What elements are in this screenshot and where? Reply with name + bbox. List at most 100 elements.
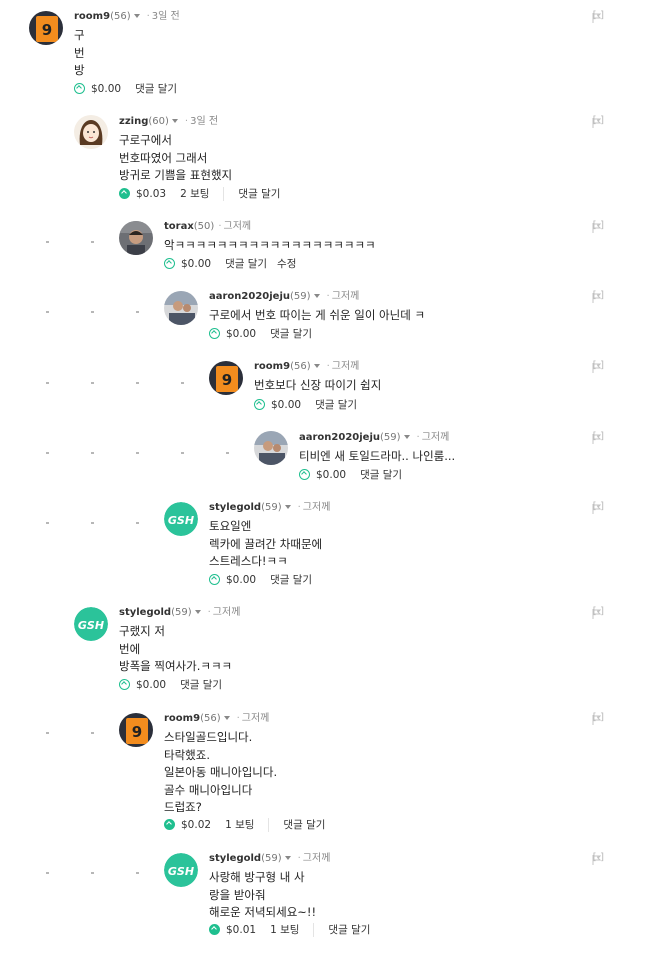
timestamp[interactable]: 3일 전 — [190, 116, 218, 127]
upvote-icon[interactable] — [254, 398, 265, 410]
vote-count[interactable]: 2 보팅 — [180, 188, 209, 200]
chevron-down-icon[interactable] — [194, 609, 201, 614]
timestamp[interactable]: 그저께 — [303, 853, 331, 864]
comment-line: 해로운 저녁되세요~!! — [209, 905, 317, 919]
collapse-toggle[interactable]: [-] — [593, 220, 604, 231]
indent-guide — [91, 872, 94, 874]
upvote-icon[interactable] — [209, 573, 220, 585]
collapse-toggle[interactable]: [-] — [593, 431, 604, 442]
timestamp[interactable]: 그저께 — [224, 221, 252, 232]
author-name[interactable]: stylegold — [119, 607, 171, 618]
avatar[interactable] — [254, 431, 288, 465]
reply-link[interactable]: 댓글 달기 — [180, 679, 222, 691]
timestamp[interactable]: 그저께 — [332, 361, 360, 372]
payout-value[interactable]: $0.00 — [226, 328, 256, 340]
collapse-toggle[interactable]: [-] — [593, 10, 604, 21]
avatar[interactable]: GSH — [164, 502, 198, 536]
chevron-down-icon[interactable] — [313, 363, 320, 368]
timestamp[interactable]: 그저께 — [303, 502, 331, 513]
collapse-toggle[interactable]: [-] — [593, 290, 604, 301]
upvote-icon[interactable] — [299, 468, 310, 480]
upvote-icon[interactable] — [74, 82, 85, 94]
reply-link[interactable]: 댓글 달기 — [225, 258, 267, 270]
comment-meta: zzing(60) · 3일 전 — [119, 116, 219, 127]
timestamp[interactable]: 그저께 — [213, 607, 241, 618]
payout-value[interactable]: $0.00 — [316, 469, 346, 481]
author-name[interactable]: aaron2020jeju — [209, 291, 290, 302]
gsh-logo-text: GSH — [168, 514, 194, 527]
timestamp[interactable]: 그저께 — [422, 432, 450, 443]
author-name[interactable]: room9 — [74, 11, 110, 22]
payout-value[interactable]: $0.02 — [181, 819, 211, 831]
comment-actions: $0.00 댓글 달기 수정 — [164, 256, 296, 272]
payout-value[interactable]: $0.00 — [226, 574, 256, 586]
avatar[interactable]: 9 — [119, 713, 153, 747]
author-name[interactable]: room9 — [164, 713, 200, 724]
comment-line: 렉카에 끌려간 차때문에 — [209, 536, 323, 551]
vote-count[interactable]: 1 보팅 — [270, 924, 299, 936]
reply-link[interactable]: 댓글 달기 — [283, 819, 325, 831]
payout-value[interactable]: $0.00 — [136, 679, 166, 691]
payout-value[interactable]: $0.01 — [226, 924, 256, 936]
avatar[interactable] — [74, 115, 108, 149]
avatar[interactable]: GSH — [74, 607, 108, 641]
upvote-icon[interactable] — [209, 923, 220, 935]
timestamp[interactable]: 3일 전 — [152, 11, 180, 22]
avatar[interactable]: 9 — [209, 361, 243, 395]
reply-link[interactable]: 댓글 달기 — [360, 469, 402, 481]
comment-line: 방 — [74, 63, 85, 77]
comment-body: 구로구에서 번호따였어 그래서 방귀로 기쁨을 표현했지 — [119, 132, 232, 185]
avatar[interactable] — [164, 291, 198, 325]
upvote-icon[interactable] — [119, 678, 130, 690]
collapse-toggle[interactable]: [-] — [593, 712, 604, 723]
chevron-down-icon[interactable] — [403, 434, 410, 439]
author-name[interactable]: torax — [164, 221, 194, 232]
author-name[interactable]: room9 — [254, 361, 290, 372]
chevron-down-icon[interactable] — [133, 13, 140, 18]
collapse-toggle[interactable]: [-] — [593, 360, 604, 371]
collapse-toggle[interactable]: [-] — [593, 115, 604, 126]
reply-link[interactable]: 댓글 달기 — [270, 574, 312, 586]
indent-guide — [136, 311, 139, 313]
collapse-toggle[interactable]: [-] — [593, 852, 604, 863]
avatar[interactable]: 9 — [29, 11, 63, 45]
reply-link[interactable]: 댓글 달기 — [238, 188, 280, 200]
author-name[interactable]: zzing — [119, 116, 148, 127]
reply-link[interactable]: 댓글 달기 — [270, 328, 312, 340]
comment-actions: $0.00 댓글 달기 — [209, 326, 322, 342]
reply-link[interactable]: 댓글 달기 — [315, 399, 357, 411]
reply-link[interactable]: 댓글 달기 — [328, 924, 370, 936]
author-name[interactable]: stylegold — [209, 502, 261, 513]
upvote-icon[interactable] — [209, 327, 220, 339]
chevron-down-icon[interactable] — [284, 855, 291, 860]
indent-guide — [46, 311, 49, 313]
chevron-down-icon[interactable] — [223, 715, 230, 720]
avatar[interactable]: GSH — [164, 853, 198, 887]
timestamp[interactable]: 그저께 — [242, 713, 270, 724]
indent-guide — [91, 732, 94, 734]
payout-value[interactable]: $0.00 — [91, 83, 121, 95]
payout-value[interactable]: $0.00 — [271, 399, 301, 411]
upvote-icon[interactable] — [164, 818, 175, 830]
indent-guide — [136, 522, 139, 524]
chevron-down-icon[interactable] — [284, 504, 291, 509]
reply-link[interactable]: 댓글 달기 — [135, 83, 177, 95]
author-name[interactable]: aaron2020jeju — [299, 432, 380, 443]
upvote-icon[interactable] — [164, 257, 175, 269]
divider — [313, 923, 315, 937]
chevron-down-icon[interactable] — [171, 118, 178, 123]
chevron-down-icon[interactable] — [313, 293, 320, 298]
upvote-icon[interactable] — [119, 187, 130, 199]
payout-value[interactable]: $0.00 — [181, 258, 211, 270]
author-name[interactable]: stylegold — [209, 853, 261, 864]
payout-value[interactable]: $0.03 — [136, 188, 166, 200]
comment-body: 티비엔 새 토일드라마.. 나인룸... — [299, 448, 455, 466]
indent-guide — [46, 382, 49, 384]
collapse-toggle[interactable]: [-] — [593, 501, 604, 512]
timestamp[interactable]: 그저께 — [332, 291, 360, 302]
collapse-toggle[interactable]: [-] — [593, 606, 604, 617]
edit-link[interactable]: 수정 — [277, 258, 296, 270]
vote-count[interactable]: 1 보팅 — [225, 819, 254, 831]
comment-body: 번호보다 신장 따이기 쉽지 — [254, 377, 381, 395]
avatar[interactable] — [119, 221, 153, 255]
